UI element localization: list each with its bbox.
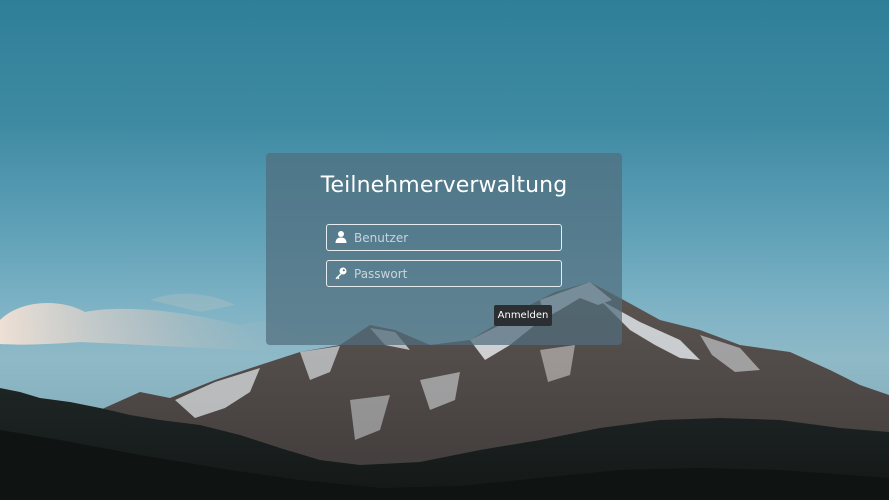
username-field[interactable] <box>326 224 562 251</box>
username-input[interactable] <box>354 225 554 250</box>
login-card: Teilnehmerverwaltung Anmelden <box>266 153 622 345</box>
login-button[interactable]: Anmelden <box>494 305 552 326</box>
login-title: Teilnehmerverwaltung <box>320 173 568 198</box>
password-input[interactable] <box>354 261 554 286</box>
user-icon <box>335 231 347 243</box>
key-icon <box>335 267 347 280</box>
password-field[interactable] <box>326 260 562 287</box>
